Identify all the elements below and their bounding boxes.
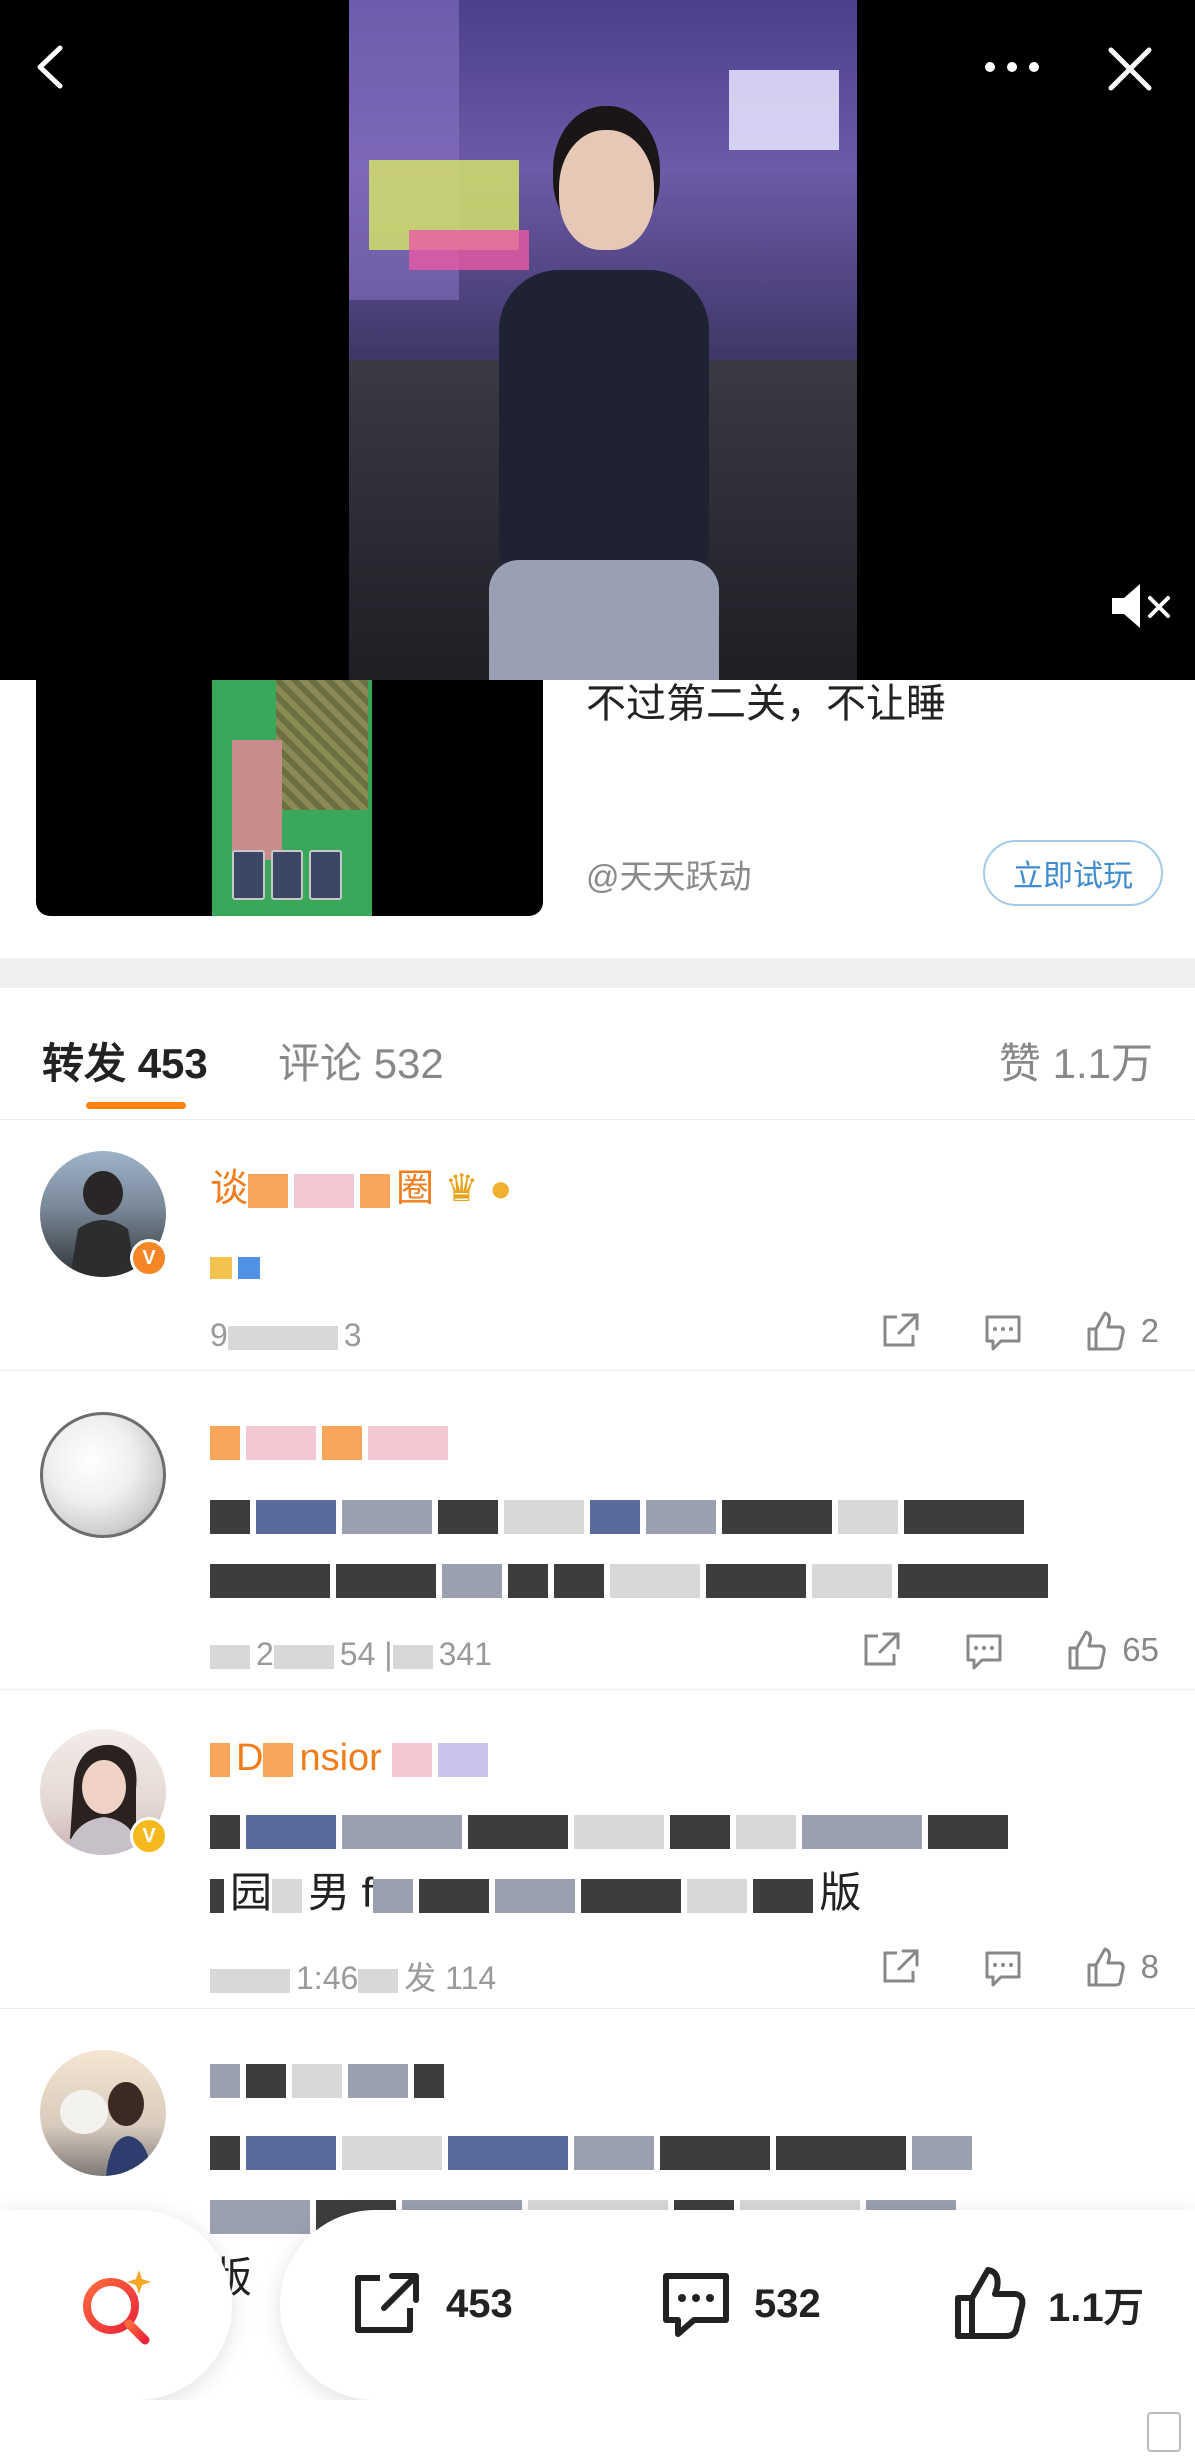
avatar[interactable] bbox=[40, 2050, 166, 2176]
interaction-tabs: 转发 453 评论 532 赞 1.1万 bbox=[0, 988, 1195, 1120]
like-count: 2 bbox=[1140, 1312, 1159, 1349]
username[interactable] bbox=[210, 1420, 454, 1463]
comment-button[interactable] bbox=[981, 1309, 1025, 1353]
post-content: 园男 f版 bbox=[210, 1797, 1140, 1925]
comment-icon bbox=[985, 1315, 1021, 1351]
super-search-button[interactable] bbox=[0, 2210, 232, 2400]
repost-button[interactable] bbox=[879, 1945, 923, 1989]
neon-sign bbox=[729, 70, 839, 150]
repost-button[interactable]: 453 bbox=[348, 2264, 513, 2344]
ad-title: 不过第二关，不让睡 bbox=[586, 682, 946, 726]
tab-repost-label: 转发 bbox=[42, 1040, 127, 1087]
bottom-action-bar: 453 532 1.1万 bbox=[0, 2210, 1195, 2400]
tab-comment-label: 评论 bbox=[278, 1040, 363, 1087]
thumb-up-icon bbox=[1087, 1311, 1125, 1351]
like-button[interactable]: 65 bbox=[1064, 1628, 1159, 1672]
crown-badge-icon: ♛ bbox=[444, 1168, 479, 1210]
more-icon[interactable] bbox=[980, 52, 1044, 82]
share-icon bbox=[864, 1632, 900, 1666]
like-button[interactable]: 8 bbox=[1083, 1945, 1159, 1989]
repost-button[interactable] bbox=[860, 1628, 904, 1672]
thumb-up-icon bbox=[1068, 1630, 1106, 1670]
list-item[interactable]: V 谈圈 ♛ ● 93 2 bbox=[0, 1121, 1195, 1371]
like-button[interactable]: 2 bbox=[1083, 1309, 1159, 1353]
close-icon[interactable] bbox=[1105, 44, 1155, 94]
comment-count: 532 bbox=[754, 2281, 821, 2326]
verified-badge-icon: V bbox=[130, 1817, 168, 1855]
post-meta: 93 bbox=[210, 1317, 362, 1353]
tab-like-label: 赞 bbox=[998, 1040, 1041, 1087]
tab-repost-count: 453 bbox=[137, 1040, 208, 1087]
list-item[interactable]: V Dnsior 园男 f版 1:46 发 114 8 bbox=[0, 1691, 1195, 2009]
page-corner-icon bbox=[1147, 2412, 1181, 2452]
post-content bbox=[210, 1482, 1140, 1610]
tab-comment[interactable]: 评论 532 bbox=[278, 1030, 444, 1091]
repost-button[interactable] bbox=[879, 1309, 923, 1353]
avatar[interactable] bbox=[40, 1412, 166, 1538]
item-actions: 8 bbox=[821, 1945, 1159, 1989]
like-count: 65 bbox=[1122, 1631, 1159, 1668]
post-content bbox=[210, 1233, 1140, 1297]
share-icon bbox=[883, 1313, 919, 1347]
ad-thumbnail[interactable] bbox=[36, 680, 543, 916]
tab-like[interactable]: 赞 1.1万 bbox=[999, 1030, 1153, 1091]
tab-like-count: 1.1万 bbox=[1052, 1040, 1153, 1087]
ad-source[interactable]: @天天跃动 bbox=[586, 850, 752, 898]
share-icon bbox=[355, 2273, 419, 2333]
username[interactable] bbox=[210, 2058, 450, 2101]
comment-button[interactable] bbox=[981, 1945, 1025, 1989]
like-button[interactable]: 1.1万 bbox=[950, 2264, 1144, 2344]
fish-badge-icon: ● bbox=[489, 1168, 513, 1210]
comment-icon bbox=[663, 2273, 729, 2337]
mute-icon[interactable] bbox=[1108, 578, 1174, 634]
comment-icon bbox=[985, 1951, 1021, 1987]
username[interactable]: Dnsior bbox=[210, 1737, 494, 1780]
item-actions: 2 bbox=[821, 1309, 1159, 1353]
try-now-button[interactable]: 立即试玩 bbox=[983, 840, 1163, 906]
tab-comment-count: 532 bbox=[373, 1040, 444, 1087]
video-player[interactable] bbox=[0, 0, 1195, 680]
tab-repost[interactable]: 转发 453 bbox=[42, 1030, 208, 1091]
username[interactable]: 谈圈 ♛ ● bbox=[210, 1157, 512, 1212]
verified-badge-icon: V bbox=[130, 1239, 168, 1277]
ad-card[interactable]: 不过第二关，不让睡 @天天跃动 立即试玩 bbox=[0, 680, 1195, 958]
post-meta: 1:46 发 114 bbox=[210, 1953, 496, 1999]
comment-button[interactable] bbox=[962, 1628, 1006, 1672]
post-meta: 2 54 | 341 bbox=[210, 1636, 492, 1673]
comment-icon bbox=[966, 1634, 1002, 1670]
back-icon[interactable] bbox=[26, 42, 76, 92]
search-icon bbox=[83, 2270, 151, 2345]
section-divider bbox=[0, 958, 1195, 988]
list-item[interactable]: 2 54 | 341 65 bbox=[0, 1372, 1195, 1690]
like-count: 1.1万 bbox=[1048, 2286, 1144, 2330]
comment-button[interactable]: 532 bbox=[656, 2264, 821, 2344]
share-icon bbox=[883, 1949, 919, 1983]
repost-count: 453 bbox=[446, 2281, 513, 2326]
thumb-up-icon bbox=[955, 2267, 1026, 2339]
like-count: 8 bbox=[1140, 1948, 1159, 1985]
active-tab-indicator bbox=[86, 1102, 186, 1109]
video-subject bbox=[479, 120, 729, 680]
video-frame[interactable] bbox=[349, 0, 857, 680]
item-actions: 65 bbox=[802, 1628, 1159, 1672]
post-action-bar: 453 532 1.1万 bbox=[280, 2210, 1195, 2400]
bottom-safe-area bbox=[0, 2400, 1195, 2462]
thumb-up-icon bbox=[1087, 1947, 1125, 1987]
